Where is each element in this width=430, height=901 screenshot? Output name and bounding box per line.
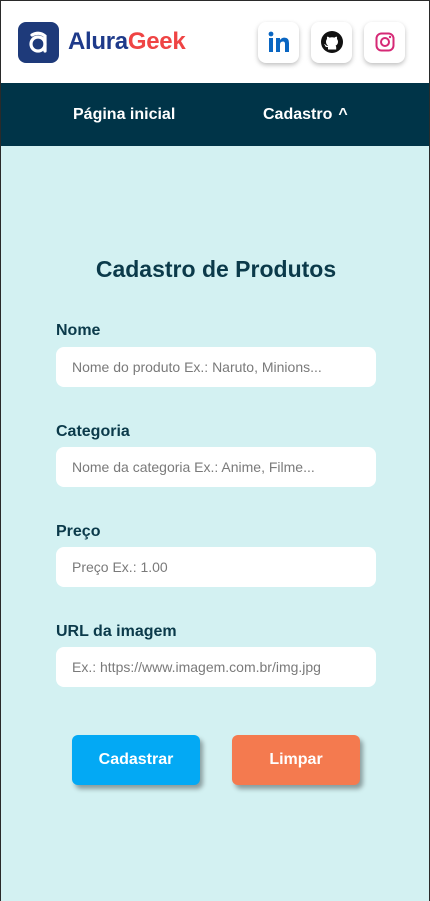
main-nav [1,83,429,146]
brand-name: AluraGeek [68,28,186,56]
alura-logo-icon [18,21,59,63]
social-links [258,21,405,63]
page-title: Cadastro de Produtos [95,256,337,282]
categoria-input[interactable] [56,447,376,487]
nome-input[interactable] [56,347,376,387]
preco-label: Preço [56,523,101,540]
nome-label: Nome [56,322,101,339]
instagram-link[interactable] [364,21,405,63]
brand[interactable]: AluraGeek [18,21,186,63]
github-icon [320,31,343,53]
preco-input[interactable] [56,547,376,587]
nav-cadastro-dropdown[interactable]: Cadastro ^ [263,106,348,124]
categoria-label: Categoria [56,423,130,440]
cadastrar-button[interactable]: Cadastrar [72,735,200,785]
nav-cadastro-label: Cadastro [263,106,333,123]
brand-name-part2: Geek [127,28,186,55]
instagram-icon [375,32,394,52]
url-label: URL da imagem [56,623,177,640]
linkedin-icon [268,31,289,52]
chevron-up-icon: ^ [338,106,348,123]
top-header: AluraGeek [1,0,429,83]
brand-name-part1: Alura [68,28,128,55]
github-link[interactable] [311,21,352,63]
limpar-button[interactable]: Limpar [232,735,360,785]
linkedin-link[interactable] [258,21,299,63]
url-input[interactable] [56,647,376,687]
nav-home-link[interactable]: Página inicial [73,106,175,124]
